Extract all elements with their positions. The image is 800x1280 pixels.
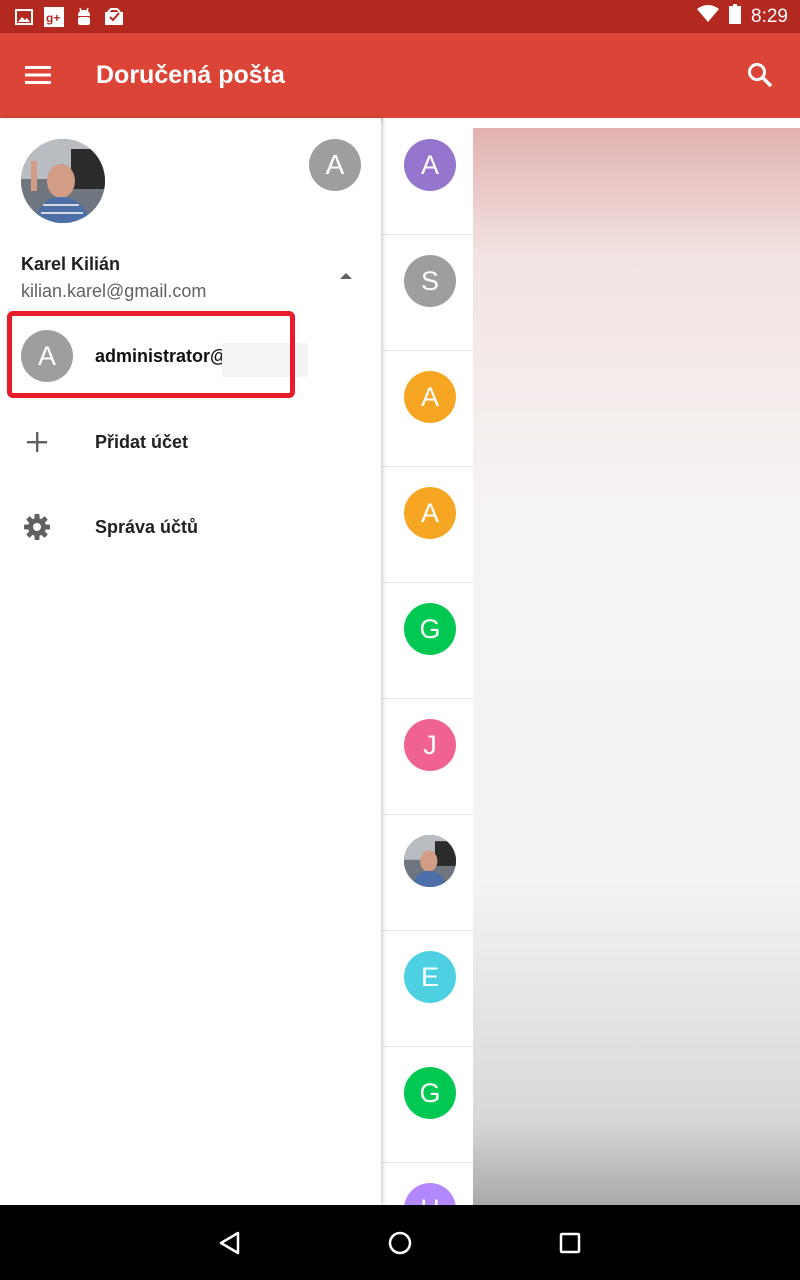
sender-avatar: G xyxy=(404,603,456,655)
recents-icon[interactable] xyxy=(554,1227,586,1259)
other-account-avatar[interactable]: A xyxy=(309,139,361,191)
svg-text:g+: g+ xyxy=(46,11,60,25)
message-list: A S A A G J E G H xyxy=(383,118,800,1205)
message-avatar-column: A S A A G J E G H xyxy=(383,118,473,1205)
profile-photo[interactable] xyxy=(21,139,105,223)
message-preview-area xyxy=(473,128,800,1205)
highlight-box xyxy=(7,311,295,398)
page-title: Doručená pošta xyxy=(96,61,285,89)
sender-avatar: S xyxy=(404,255,456,307)
inbox-check-icon xyxy=(104,7,124,27)
sender-avatar: A xyxy=(404,371,456,423)
app-bar: Doručená pošta xyxy=(0,33,800,118)
account-email: kilian.karel@gmail.com xyxy=(21,281,207,301)
plus-icon xyxy=(22,427,52,457)
home-icon[interactable] xyxy=(384,1227,416,1259)
manage-accounts-item[interactable]: Správa účtů xyxy=(0,492,381,562)
list-item[interactable]: E xyxy=(383,930,473,1047)
battery-icon xyxy=(729,3,742,30)
sender-avatar: E xyxy=(404,951,456,1003)
manage-accounts-label: Správa účtů xyxy=(95,517,199,537)
status-bar: g+ 8:29 xyxy=(0,0,800,33)
add-account-label: Přidat účet xyxy=(95,432,189,452)
wifi-icon xyxy=(697,4,720,29)
google-plus-icon: g+ xyxy=(44,6,64,27)
list-item[interactable] xyxy=(383,814,473,931)
add-account-item[interactable]: Přidat účet xyxy=(0,407,381,477)
list-item[interactable]: G xyxy=(383,582,473,699)
list-item[interactable]: A xyxy=(383,118,473,235)
collapse-arrow-icon[interactable] xyxy=(336,268,356,284)
image-icon xyxy=(14,7,34,27)
navigation-drawer: A Karel Kilián kilian.karel@gmail.com A … xyxy=(0,118,381,1205)
system-nav-bar xyxy=(0,1205,800,1280)
gear-icon xyxy=(22,512,52,542)
search-icon[interactable] xyxy=(742,57,778,93)
list-item[interactable]: S xyxy=(383,234,473,351)
list-item[interactable]: A xyxy=(383,350,473,467)
list-item[interactable]: J xyxy=(383,698,473,815)
clock: 8:29 xyxy=(751,5,788,27)
menu-icon[interactable] xyxy=(20,57,56,93)
sender-avatar: H xyxy=(404,1183,456,1205)
sender-avatar: A xyxy=(404,139,456,191)
list-item[interactable]: A xyxy=(383,466,473,583)
list-item[interactable]: G xyxy=(383,1046,473,1163)
sender-avatar: G xyxy=(404,1067,456,1119)
account-name: Karel Kilián xyxy=(21,254,121,274)
sender-avatar xyxy=(404,835,456,887)
sender-avatar: J xyxy=(404,719,456,771)
sender-avatar: A xyxy=(404,487,456,539)
list-item[interactable]: H xyxy=(383,1162,473,1205)
back-icon[interactable] xyxy=(214,1227,246,1259)
android-icon xyxy=(74,7,94,27)
